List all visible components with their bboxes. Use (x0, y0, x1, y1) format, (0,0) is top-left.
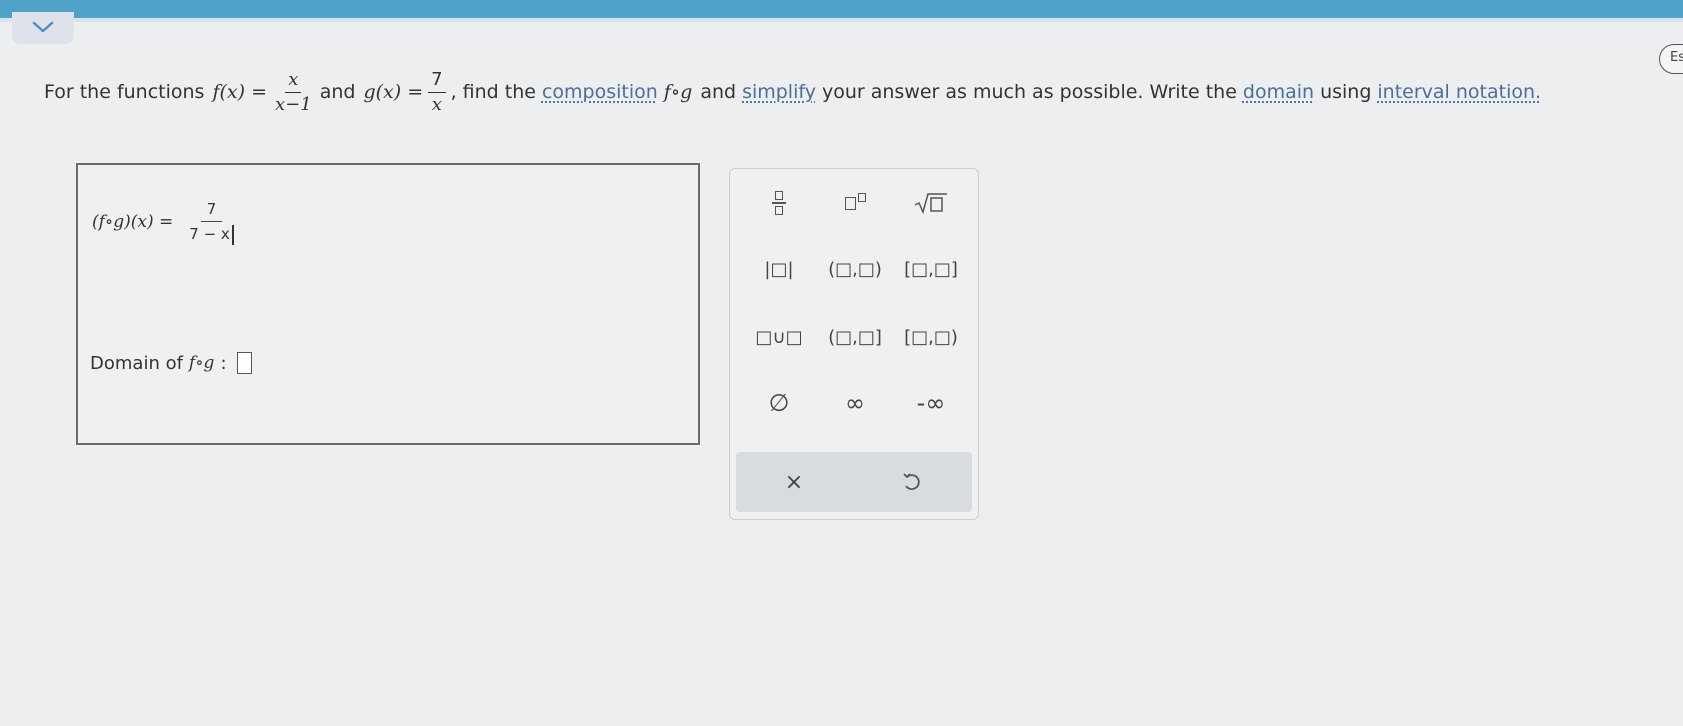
infinity-key[interactable]: ∞ (818, 381, 892, 425)
composition-answer-field[interactable]: 7 7 − x (185, 199, 238, 245)
fog-symbol: f∘g (663, 81, 693, 103)
domain-colon: : (220, 352, 227, 374)
empty-set-key[interactable]: ∅ (742, 381, 816, 425)
instruction-text: your answer as much as possible. Write t… (821, 81, 1237, 103)
composition-lhs: (f∘g)(x) = (92, 211, 174, 232)
collapse-button[interactable] (12, 12, 74, 44)
g-numerator: 7 (428, 69, 446, 93)
question-text: For the functions f(x) = x x−1 and g(x) … (44, 62, 1644, 122)
clear-button[interactable]: × (764, 460, 824, 504)
half-open-left-closed-key[interactable]: [□,□) (894, 315, 968, 359)
using-text: using (1320, 81, 1372, 103)
text-cursor (231, 224, 234, 245)
top-banner (0, 0, 1683, 20)
square-root-icon (914, 193, 947, 215)
domain-label: Domain of (90, 352, 183, 374)
absolute-value-key[interactable]: |□| (742, 247, 816, 291)
undo-icon (903, 473, 920, 490)
closed-interval-key[interactable]: [□,□] (894, 247, 968, 291)
and-text: and (319, 81, 356, 103)
interval-notation-link[interactable]: interval notation. (1377, 81, 1541, 103)
composition-link[interactable]: composition (542, 81, 658, 103)
half-open-right-closed-key[interactable]: (□,□] (818, 315, 892, 359)
g-denominator: x (431, 93, 442, 115)
domain-fog: f∘g (188, 353, 215, 373)
g-fraction: 7 x (428, 69, 446, 115)
answer-box: (f∘g)(x) = 7 7 − x Domain of f∘g : (76, 163, 700, 445)
domain-input[interactable] (236, 352, 252, 374)
top-banner-edge (0, 18, 1683, 22)
negative-infinity-key[interactable]: -∞ (894, 381, 968, 425)
side-badge[interactable]: Es (1659, 44, 1683, 74)
domain-answer-line: Domain of f∘g : (90, 352, 252, 374)
domain-link[interactable]: domain (1243, 81, 1314, 103)
union-key[interactable]: □∪□ (742, 315, 816, 359)
and-text-2: and (700, 81, 737, 103)
undo-button[interactable] (882, 460, 942, 504)
f-fraction: x x−1 (272, 69, 315, 115)
composition-denominator[interactable]: 7 − x (185, 222, 238, 245)
math-keypad: |□| (□,□) [□,□] □∪□ (□,□] [□,□) ∅ ∞ -∞ × (729, 168, 979, 520)
f-numerator: x (285, 69, 302, 93)
g-definition-lhs: g(x) = (363, 81, 424, 103)
f-denominator: x−1 (275, 93, 312, 115)
open-interval-key[interactable]: (□,□) (818, 247, 892, 291)
simplify-link[interactable]: simplify (742, 81, 816, 103)
composition-denominator-text: 7 − x (189, 225, 230, 243)
f-definition-lhs: f(x) = (212, 81, 268, 103)
question-intro: For the functions (44, 81, 205, 103)
chevron-down-icon (31, 19, 55, 38)
composition-numerator: 7 (200, 199, 223, 222)
square-root-key[interactable] (894, 181, 968, 225)
find-text: , find the (450, 81, 536, 103)
composition-answer-line: (f∘g)(x) = 7 7 − x (92, 199, 238, 245)
fraction-key[interactable] (742, 181, 816, 225)
exponent-key[interactable] (818, 181, 892, 225)
keypad-footer: × (736, 452, 972, 512)
